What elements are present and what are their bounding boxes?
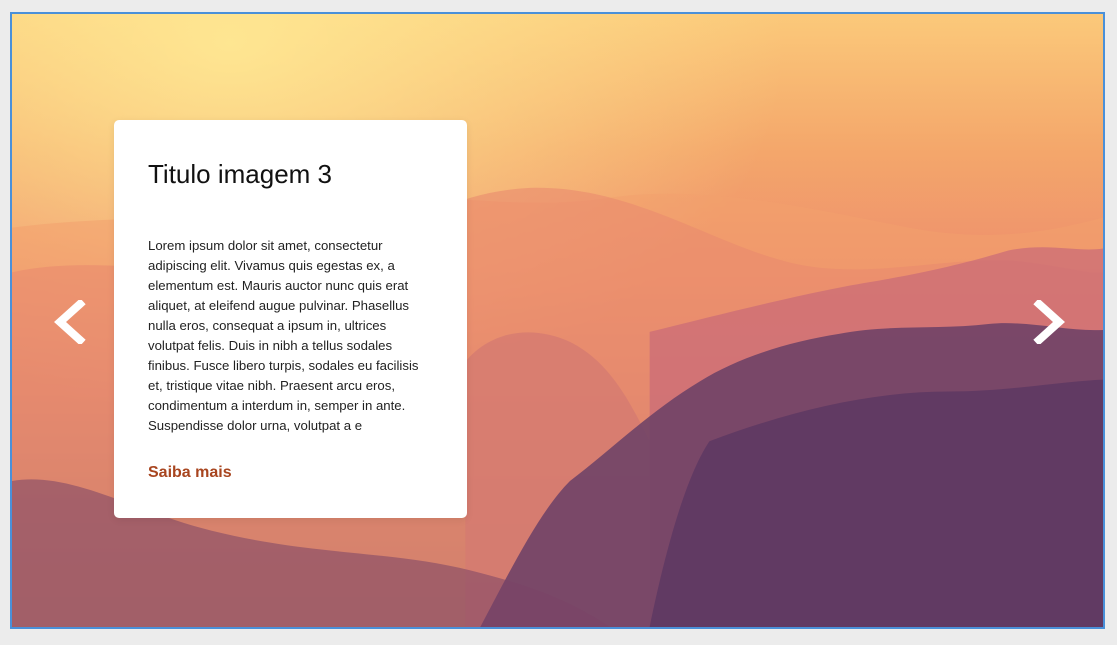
saiba-mais-link[interactable]: Saiba mais xyxy=(148,464,232,482)
slide-description: Lorem ipsum dolor sit amet, consectetur … xyxy=(148,238,419,433)
previous-slide-button[interactable] xyxy=(50,298,90,346)
chevron-left-icon xyxy=(54,298,86,346)
slide-title: Titulo imagem 3 xyxy=(148,159,332,189)
slide-caption-card: Titulo imagem 3 Lorem ipsum dolor sit am… xyxy=(114,120,467,518)
next-slide-button[interactable] xyxy=(1029,298,1069,346)
carousel: Titulo imagem 3 Lorem ipsum dolor sit am… xyxy=(10,12,1105,629)
chevron-right-icon xyxy=(1033,298,1065,346)
